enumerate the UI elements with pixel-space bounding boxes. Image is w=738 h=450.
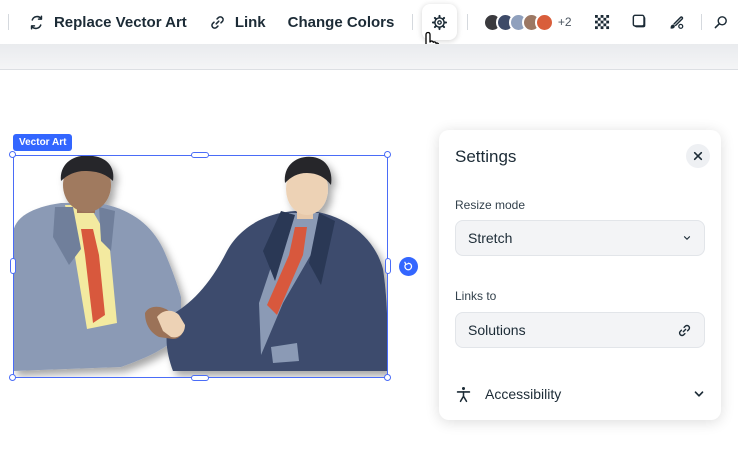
link-label: Link [234,13,266,31]
rotate-icon [404,261,413,271]
shadow-button[interactable] [622,4,657,40]
toolbar-divider [701,14,703,30]
color-swatch[interactable] [534,12,554,32]
replace-vector-art-label: Replace Vector Art [53,13,187,31]
accessibility-section[interactable]: Accessibility [455,380,705,408]
resize-mode-dropdown[interactable]: Stretch [455,220,705,256]
link-icon [678,324,691,336]
accessibility-icon [456,386,471,402]
toolbar-divider [466,14,468,30]
search-icon [714,16,727,29]
close-button[interactable] [686,144,710,168]
design-button[interactable] [659,4,694,40]
resize-handle-bottom-left[interactable] [9,374,16,381]
resize-handle-top[interactable] [191,152,209,158]
resize-mode-label: Resize mode [455,198,526,212]
shadow-icon [632,14,645,28]
gear-icon [432,14,448,30]
checkerboard-icon [595,14,610,29]
accessibility-label: Accessibility [485,386,562,402]
resize-handle-top-left[interactable] [9,151,16,158]
links-to-label: Links to [455,289,497,303]
link-button[interactable]: Link [198,4,277,40]
settings-panel-title: Settings [455,147,517,166]
canvas-top-strip [0,44,738,70]
toolbar: Replace Vector Art Link Change Colors +2 [0,0,738,44]
chevron-down-icon [683,236,691,240]
resize-handle-left[interactable] [10,258,16,274]
paint-brush-settings-icon [670,15,683,29]
rotate-handle[interactable] [399,257,418,276]
replace-icon [30,14,43,30]
selection-frame [13,155,388,378]
toolbar-divider [412,14,414,30]
settings-panel: Settings Resize mode Stretch Links to So… [439,130,721,420]
replace-vector-art-button[interactable]: Replace Vector Art [17,4,198,40]
toolbar-divider [8,14,9,30]
resize-handle-bottom[interactable] [191,375,209,381]
link-icon [210,15,224,29]
resize-mode-value: Stretch [468,230,513,246]
chevron-down-icon [694,391,704,397]
resize-handle-right[interactable] [385,258,391,274]
resize-handle-top-right[interactable] [384,151,391,158]
close-icon [693,151,703,161]
swatch-more-count[interactable]: +2 [558,15,572,29]
opacity-button[interactable] [586,4,621,40]
element-type-tag: Vector Art [13,134,73,151]
change-colors-label: Change Colors [287,13,395,31]
links-to-field[interactable]: Solutions [455,312,705,348]
change-colors-button[interactable]: Change Colors [277,4,406,40]
links-to-value: Solutions [468,322,526,338]
resize-handle-bottom-right[interactable] [384,374,391,381]
color-swatches[interactable]: +2 [482,12,572,32]
search-button[interactable] [703,4,738,40]
